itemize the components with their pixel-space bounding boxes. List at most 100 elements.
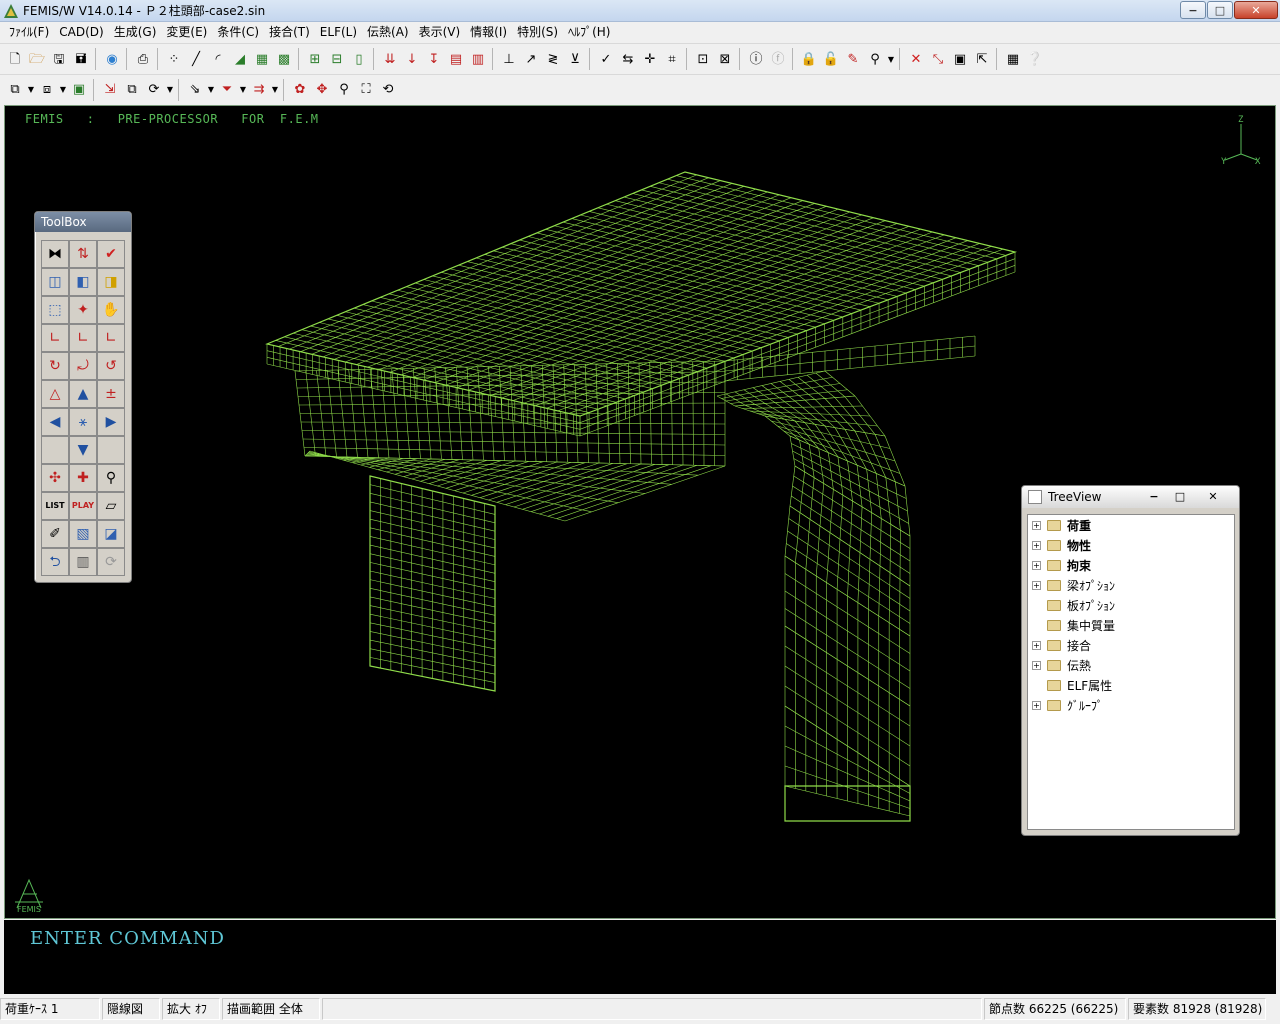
tree-node-elf[interactable]: ELF属性	[1032, 675, 1112, 695]
red-mesh2-icon[interactable]: ▥	[467, 48, 489, 70]
eraser-icon[interactable]: ▱	[97, 492, 125, 520]
arrow-down-icon[interactable]: ▼	[69, 436, 97, 464]
disabled-icon[interactable]: ⓕ	[767, 48, 789, 70]
printer-icon[interactable]: ⎙	[132, 48, 154, 70]
lock-icon[interactable]: 🔒	[798, 48, 820, 70]
menu-elf[interactable]: ELF(L)	[315, 22, 362, 42]
magnify-icon[interactable]: ⚲	[97, 464, 125, 492]
cube-wire-icon[interactable]: ⬚	[41, 296, 69, 324]
search-icon[interactable]: ⚲	[864, 48, 886, 70]
perspective-icon[interactable]: △	[41, 380, 69, 408]
delete-icon[interactable]: ✕	[905, 48, 927, 70]
menu-cad[interactable]: CAD(D)	[54, 22, 108, 42]
menu-conditions[interactable]: 条件(C)	[212, 22, 264, 42]
new-file-icon[interactable]: 🗋	[4, 48, 26, 70]
expand-icon[interactable]: +	[1032, 580, 1041, 590]
play-icon[interactable]: PLAY	[69, 492, 97, 520]
red-mesh-icon[interactable]: ▤	[445, 48, 467, 70]
chevron-down-icon[interactable]: ▼	[886, 48, 896, 70]
help-icon[interactable]: ❔	[1024, 48, 1046, 70]
triangle-icon[interactable]: ◢	[229, 48, 251, 70]
list-icon[interactable]: LIST	[41, 492, 69, 520]
rotate-x-icon[interactable]: ↻	[41, 352, 69, 380]
expand-icon[interactable]: +	[1032, 560, 1041, 570]
arrow-icon[interactable]: ⇱	[971, 48, 993, 70]
maximize-button[interactable]: □	[1207, 1, 1233, 19]
lock2-icon[interactable]: 🔓	[820, 48, 842, 70]
pin-icon[interactable]: ↗	[520, 48, 542, 70]
chevron-down-icon[interactable]: ▼	[206, 79, 216, 101]
plus-minus-icon[interactable]: ±	[97, 380, 125, 408]
filter-icon[interactable]: ⏷	[216, 79, 238, 101]
connect-icon[interactable]: ⤡	[927, 48, 949, 70]
menu-special[interactable]: 特別(S)	[512, 22, 563, 42]
undo-icon[interactable]: ⮌	[41, 548, 69, 576]
menu-generate[interactable]: 生成(G)	[109, 22, 162, 42]
spring-icon[interactable]: ≷	[542, 48, 564, 70]
tree-node-plate-option[interactable]: 板ｵﾌﾟｼｮﾝ	[1032, 595, 1115, 615]
layer-icon[interactable]: ⧉	[4, 79, 26, 101]
mesh-icon[interactable]: ▩	[273, 48, 295, 70]
load-icon[interactable]: ⇊	[379, 48, 401, 70]
femis-app-icon[interactable]	[3, 3, 19, 19]
treeview-maximize-button[interactable]: □	[1167, 488, 1193, 504]
treeview-close-button[interactable]: ✕	[1193, 488, 1233, 504]
frame-icon[interactable]: ⊞	[304, 48, 326, 70]
node-grid-icon[interactable]: ⁘	[163, 48, 185, 70]
chevron-down-icon[interactable]: ▼	[26, 79, 36, 101]
chevron-down-icon[interactable]: ▼	[270, 79, 280, 101]
support-icon[interactable]: ⊥	[498, 48, 520, 70]
arrow-up-icon[interactable]: ▲	[69, 380, 97, 408]
panel-icon[interactable]: ▣	[949, 48, 971, 70]
expand-icon[interactable]: +	[1032, 640, 1041, 650]
color-icon[interactable]: ✿	[289, 79, 311, 101]
pan-cross-icon[interactable]: ✚	[69, 464, 97, 492]
treeview-minimize-button[interactable]: −	[1141, 488, 1167, 504]
measure2-icon[interactable]: ⊠	[714, 48, 736, 70]
refresh-icon[interactable]: ⟲	[377, 79, 399, 101]
save-as-icon[interactable]: 🖬	[70, 48, 92, 70]
arrow-left-icon[interactable]: ◀	[41, 408, 69, 436]
force-down-icon[interactable]: ↓	[401, 48, 423, 70]
layer2-icon[interactable]: ⧈	[36, 79, 58, 101]
toolbox-title[interactable]: ToolBox	[35, 212, 131, 232]
node-link-icon[interactable]: ⇅	[69, 240, 97, 268]
tree-node-load[interactable]: + 荷重	[1032, 515, 1091, 535]
frame2-icon[interactable]: ⊟	[326, 48, 348, 70]
copy-icon[interactable]: ⧉	[121, 79, 143, 101]
chevron-down-icon[interactable]: ▼	[238, 79, 248, 101]
arrow-right-icon[interactable]: ▶	[97, 408, 125, 436]
expand-icon[interactable]: +	[1032, 700, 1041, 710]
cube-light-icon[interactable]: ✦	[69, 296, 97, 324]
rotate-y-icon[interactable]: ⤾	[69, 352, 97, 380]
render-icon[interactable]: ⇉	[248, 79, 270, 101]
check-icon[interactable]: ✓	[595, 48, 617, 70]
tree-node-group[interactable]: + ｸﾞﾙｰﾌﾟ	[1032, 695, 1103, 715]
line-icon[interactable]: ╱	[185, 48, 207, 70]
grid-icon[interactable]: ▦	[251, 48, 273, 70]
fit-icon[interactable]: ⛶	[355, 79, 377, 101]
world-icon[interactable]: ◉	[101, 48, 123, 70]
arc-icon[interactable]: ◜	[207, 48, 229, 70]
beam-icon[interactable]: ▯	[348, 48, 370, 70]
axis-zy-icon[interactable]: ∟	[97, 324, 125, 352]
save-icon[interactable]: 🖫	[48, 48, 70, 70]
menu-view[interactable]: 表示(V)	[414, 22, 466, 42]
expand-icon[interactable]: +	[1032, 660, 1041, 670]
cube-front-icon[interactable]: ◫	[41, 268, 69, 296]
info-icon[interactable]: ⓘ	[745, 48, 767, 70]
tree-node-joint[interactable]: + 接合	[1032, 635, 1091, 655]
export-icon[interactable]: ▣	[68, 79, 90, 101]
edit-icon[interactable]: ✎	[842, 48, 864, 70]
hatch-icon[interactable]: ▧	[69, 520, 97, 548]
rotate-z-icon[interactable]: ↺	[97, 352, 125, 380]
menu-modify[interactable]: 変更(E)	[161, 22, 212, 42]
open-file-icon[interactable]: 🗁	[26, 48, 48, 70]
close-button[interactable]: ✕	[1234, 1, 1278, 19]
menu-info[interactable]: 情報(I)	[465, 22, 512, 42]
expand-icon[interactable]: +	[1032, 520, 1041, 530]
note-icon[interactable]: ✐	[41, 520, 69, 548]
tree-node-mass[interactable]: 集中質量	[1032, 615, 1115, 635]
expand-icon[interactable]: +	[1032, 540, 1041, 550]
orbit-icon[interactable]: ✣	[41, 464, 69, 492]
